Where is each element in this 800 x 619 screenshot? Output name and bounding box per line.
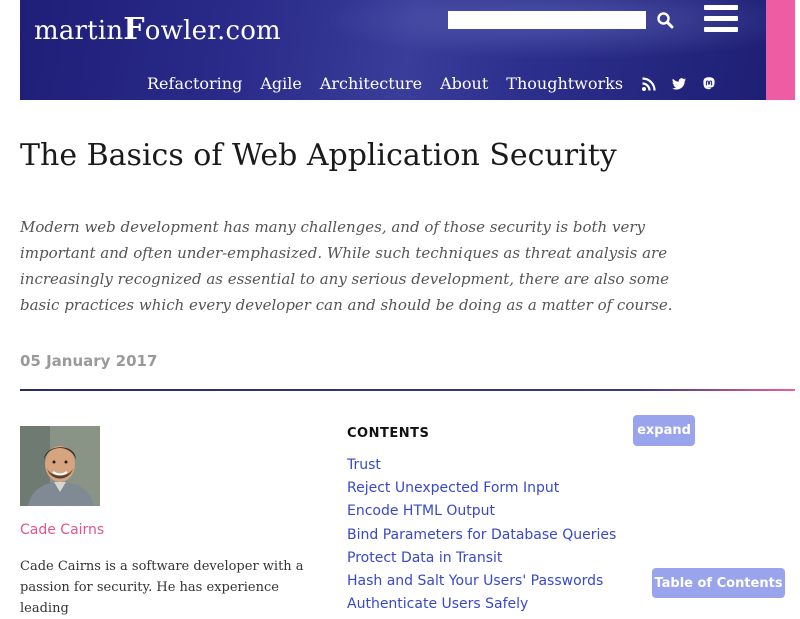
nav-about[interactable]: About [440, 74, 488, 93]
list-item: Authenticate Users Safely [347, 593, 616, 616]
section-divider [20, 389, 795, 391]
logo-prefix: martin [34, 16, 124, 46]
page-title: The Basics of Web Application Security [20, 138, 617, 173]
list-item: Hash and Salt Your Users' Passwords [347, 570, 616, 593]
list-item: Trust [347, 454, 616, 477]
site-logo[interactable]: martinFowler.com [34, 12, 281, 47]
author-bio: Cade Cairns is a software developer with… [20, 559, 304, 616]
search-icon[interactable] [656, 11, 674, 29]
list-item: Encode HTML Output [347, 500, 616, 523]
toc-link-bind-parameters[interactable]: Bind Parameters for Database Queries [347, 527, 616, 543]
author-avatar[interactable] [20, 426, 100, 506]
menu-bar [704, 27, 738, 32]
header-accent-strip [766, 0, 795, 100]
contents-heading: CONTENTS [347, 426, 430, 441]
main-nav: Refactoring Agile Architecture About Tho… [147, 74, 731, 93]
nav-agile[interactable]: Agile [260, 74, 302, 93]
rss-icon[interactable] [641, 76, 657, 92]
toc-link-hash-passwords[interactable]: Hash and Salt Your Users' Passwords [347, 573, 603, 589]
menu-bar [704, 16, 738, 21]
nav-refactoring[interactable]: Refactoring [147, 74, 242, 93]
menu-bar [704, 5, 738, 10]
list-item: Bind Parameters for Database Queries [347, 524, 616, 547]
expand-button[interactable]: expand [633, 415, 695, 446]
menu-icon[interactable] [704, 5, 738, 32]
table-of-contents: Trust Reject Unexpected Form Input Encod… [347, 454, 616, 616]
list-item: Protect Data in Transit [347, 547, 616, 570]
twitter-icon[interactable] [671, 76, 687, 92]
nav-architecture[interactable]: Architecture [320, 74, 422, 93]
mastodon-icon[interactable] [701, 76, 717, 92]
toc-link-encode-html[interactable]: Encode HTML Output [347, 503, 495, 519]
site-header: martinFowler.com Refactoring Agile Archi… [20, 0, 766, 100]
logo-suffix: owler.com [144, 16, 281, 46]
list-item: Reject Unexpected Form Input [347, 477, 616, 500]
publish-date: 05 January 2017 [20, 352, 158, 370]
author-name-link[interactable]: Cade Cairns [20, 522, 104, 538]
toc-link-trust[interactable]: Trust [347, 457, 381, 473]
toc-link-reject-form-input[interactable]: Reject Unexpected Form Input [347, 480, 559, 496]
logo-initial: F [123, 12, 145, 47]
search-input[interactable] [448, 11, 646, 29]
author-photo [20, 426, 100, 506]
toc-link-authenticate[interactable]: Authenticate Users Safely [347, 596, 528, 612]
nav-thoughtworks[interactable]: Thoughtworks [506, 74, 623, 93]
toc-link-protect-data[interactable]: Protect Data in Transit [347, 550, 502, 566]
table-of-contents-button[interactable]: Table of Contents [652, 568, 785, 598]
article-abstract: Modern web development has many challeng… [20, 218, 673, 314]
